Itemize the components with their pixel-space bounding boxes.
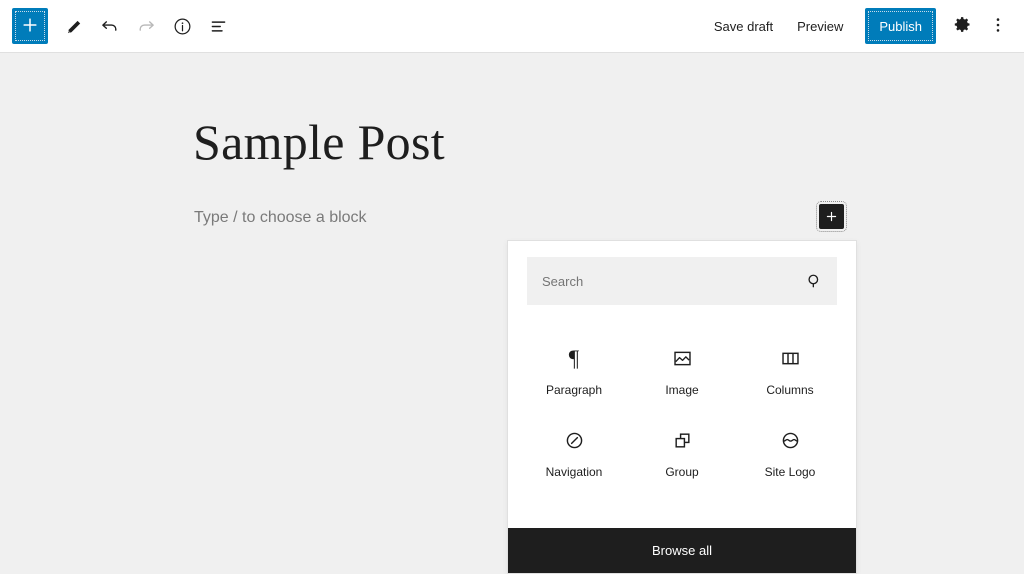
inserter-search-input[interactable] (528, 258, 836, 304)
block-inserter-popover: ¶ Paragraph Image (507, 240, 857, 574)
details-button[interactable] (164, 8, 200, 44)
navigation-compass-icon (563, 425, 586, 455)
list-view-icon (208, 16, 229, 37)
plus-icon (20, 15, 40, 38)
editor-canvas: Sample Post Type / to choose a block Sea… (0, 53, 1024, 574)
editor-header: Save draft Preview Publish (0, 0, 1024, 53)
block-item-navigation[interactable]: Navigation (520, 415, 628, 489)
info-icon (172, 16, 193, 37)
undo-button[interactable] (92, 8, 128, 44)
block-type-grid: ¶ Paragraph Image Columns Navigation Gro… (508, 317, 856, 528)
redo-button[interactable] (128, 8, 164, 44)
block-item-site-logo[interactable]: Site Logo (736, 415, 844, 489)
block-item-image[interactable]: Image (628, 333, 736, 407)
block-item-paragraph[interactable]: ¶ Paragraph (520, 333, 628, 407)
block-item-columns[interactable]: Columns (736, 333, 844, 407)
preview-button[interactable]: Preview (785, 8, 855, 44)
inserter-search-field[interactable] (527, 257, 837, 305)
group-icon (671, 425, 694, 455)
block-item-label: Columns (766, 383, 814, 397)
redo-icon (135, 15, 157, 37)
plus-icon (824, 209, 839, 224)
block-item-label: Group (665, 465, 699, 480)
gear-icon (952, 14, 973, 38)
columns-icon (779, 343, 802, 373)
image-icon (671, 343, 694, 373)
kebab-menu-icon (988, 15, 1008, 38)
options-menu-button[interactable] (980, 8, 1016, 44)
header-right-actions: Save draft Preview Publish (702, 8, 1024, 44)
toggle-block-inserter-button[interactable] (12, 8, 48, 44)
search-icon[interactable] (800, 267, 828, 295)
block-item-label: Image (665, 383, 699, 397)
block-item-label: Paragraph (545, 383, 603, 397)
block-item-label: Site Logo (764, 465, 816, 480)
inserter-search-container (508, 241, 856, 317)
save-draft-button[interactable]: Save draft (702, 8, 785, 44)
paragraph-icon: ¶ (568, 345, 580, 371)
block-item-group[interactable]: Group (628, 415, 736, 489)
browse-all-button[interactable]: Browse all (508, 528, 856, 573)
pencil-icon (64, 16, 85, 37)
list-view-button[interactable] (200, 8, 236, 44)
block-appender-button[interactable] (816, 201, 847, 232)
post-title[interactable]: Sample Post (193, 115, 445, 170)
tools-pencil-button[interactable] (56, 8, 92, 44)
block-item-label: Navigation (545, 465, 603, 480)
header-left-tools (0, 8, 236, 44)
undo-icon (99, 15, 121, 37)
settings-button[interactable] (944, 8, 980, 44)
publish-button[interactable]: Publish (865, 8, 936, 44)
site-logo-icon (779, 425, 802, 455)
empty-block-placeholder[interactable]: Type / to choose a block (194, 209, 367, 227)
